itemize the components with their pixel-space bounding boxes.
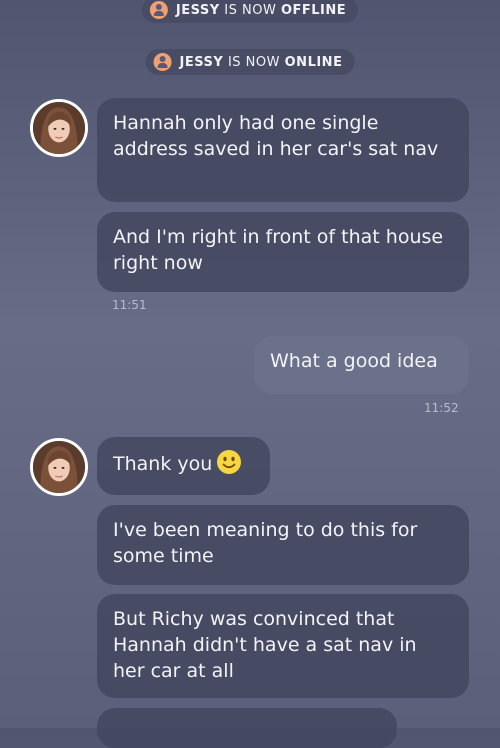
outgoing-message-bubble[interactable]: What a good idea bbox=[254, 336, 469, 394]
incoming-message-bubble[interactable]: And I'm right in front of that house rig… bbox=[97, 212, 469, 292]
status-text: IS NOW bbox=[219, 2, 281, 18]
status-text: IS NOW bbox=[223, 54, 285, 70]
message-timestamp: 11:51 bbox=[112, 298, 147, 312]
message-text: Thank you bbox=[113, 453, 213, 475]
incoming-message-bubble-partial[interactable] bbox=[97, 708, 397, 748]
incoming-message-bubble[interactable]: Hannah only had one single address saved… bbox=[97, 98, 469, 202]
incoming-message-bubble[interactable]: But Richy was convinced that Hannah didn… bbox=[97, 594, 469, 698]
contact-avatar[interactable] bbox=[30, 99, 88, 157]
avatar-portrait bbox=[33, 102, 85, 154]
message-text: Hannah only had one single address saved… bbox=[113, 112, 439, 160]
status-online-pill: JESSY IS NOW ONLINE bbox=[145, 49, 355, 75]
user-icon bbox=[149, 1, 168, 19]
status-state: ONLINE bbox=[284, 54, 343, 70]
message-text: I've been meaning to do this for some ti… bbox=[113, 519, 418, 567]
incoming-message-bubble[interactable]: I've been meaning to do this for some ti… bbox=[97, 505, 469, 585]
slightly-smiling-face-icon bbox=[216, 449, 242, 482]
avatar-portrait bbox=[33, 441, 85, 493]
message-timestamp: 11:52 bbox=[424, 401, 459, 415]
status-contact-name: JESSY bbox=[179, 54, 224, 70]
incoming-message-bubble[interactable]: Thank you bbox=[97, 437, 270, 495]
status-contact-name: JESSY bbox=[175, 2, 220, 18]
user-icon bbox=[153, 53, 172, 71]
status-offline-pill: JESSY IS NOW OFFLINE bbox=[141, 0, 359, 23]
message-text: What a good idea bbox=[270, 350, 438, 372]
contact-avatar[interactable] bbox=[30, 438, 88, 496]
message-text: But Richy was convinced that Hannah didn… bbox=[113, 608, 417, 682]
message-text: And I'm right in front of that house rig… bbox=[113, 226, 444, 274]
status-state: OFFLINE bbox=[280, 2, 347, 18]
